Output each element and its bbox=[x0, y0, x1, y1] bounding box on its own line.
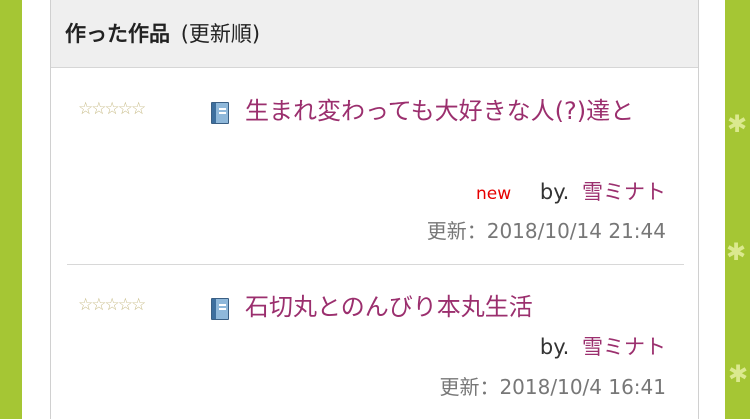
flower-icon: ✱ bbox=[726, 238, 747, 266]
byline: new by. 雪ミナト bbox=[476, 176, 666, 206]
updated-timestamp: 更新：2018/10/14 21:44 bbox=[426, 219, 666, 243]
updated-timestamp: 更新：2018/10/4 16:41 bbox=[439, 375, 666, 399]
by-label: by. bbox=[539, 180, 570, 204]
sort-order-label: (更新順) bbox=[180, 22, 261, 46]
author-link[interactable]: 雪ミナト bbox=[582, 335, 666, 359]
panel-header: 作った作品 (更新順) bbox=[51, 0, 698, 68]
rating-stars: ☆☆☆☆☆ bbox=[78, 295, 146, 315]
divider bbox=[67, 264, 684, 265]
book-icon bbox=[211, 298, 229, 320]
work-title-link[interactable]: 石切丸とのんびり本丸生活 bbox=[245, 288, 665, 326]
author-link[interactable]: 雪ミナト bbox=[582, 180, 666, 204]
left-green-border bbox=[0, 0, 22, 419]
by-label: by. bbox=[539, 335, 570, 359]
byline: by. 雪ミナト bbox=[540, 331, 666, 361]
works-panel: 作った作品 (更新順) ☆☆☆☆☆ 生まれ変わっても大好きな人(?)達と new… bbox=[50, 0, 699, 419]
rating-stars: ☆☆☆☆☆ bbox=[78, 99, 146, 119]
work-title-link[interactable]: 生まれ変わっても大好きな人(?)達と bbox=[245, 92, 665, 130]
panel-title: 作った作品 bbox=[65, 22, 170, 46]
book-icon bbox=[211, 102, 229, 124]
flower-icon: ✱ bbox=[727, 110, 748, 138]
right-green-border: ✱ ✱ ✱ bbox=[725, 0, 750, 419]
flower-icon: ✱ bbox=[728, 360, 749, 388]
new-badge: new bbox=[476, 184, 512, 204]
